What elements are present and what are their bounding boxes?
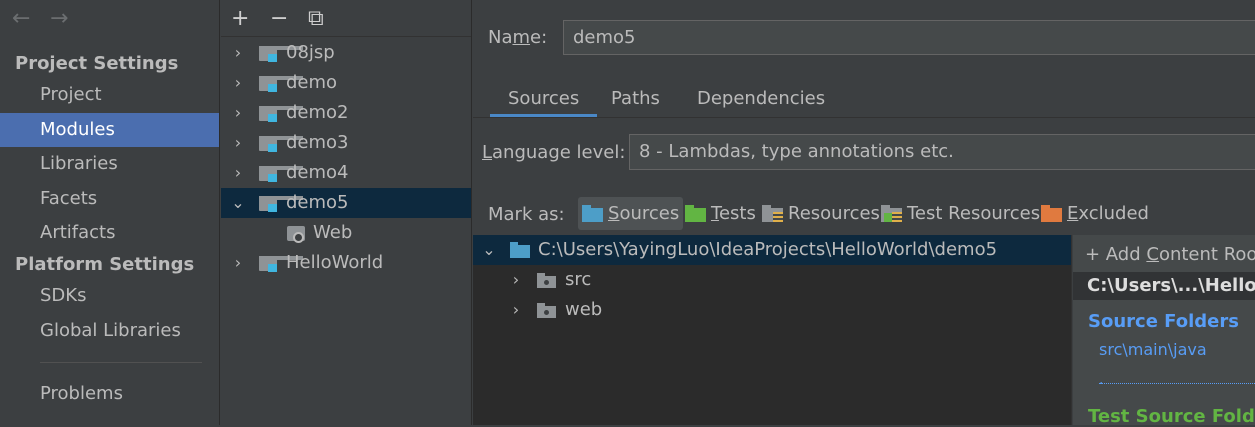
source-folder-separator: [1099, 383, 1255, 384]
mark-excluded-button[interactable]: Excluded: [1037, 197, 1153, 230]
module-folder-icon: [259, 256, 303, 272]
name-field[interactable]: demo5: [563, 20, 1255, 55]
nav-item-project[interactable]: Project: [0, 78, 219, 112]
tree-item-demo5[interactable]: ⌄ demo5: [221, 188, 471, 218]
nav-item-sdks[interactable]: SDKs: [0, 279, 219, 313]
tree-item-demo2[interactable]: › demo2: [221, 98, 471, 128]
tree-toolbar-divider: [221, 36, 471, 37]
folder-label: web: [565, 299, 603, 320]
tab-sources[interactable]: Sources: [490, 84, 598, 117]
module-folder-icon: [259, 196, 303, 212]
content-root-folder-icon: [510, 242, 530, 258]
tree-item-demo3[interactable]: › demo3: [221, 128, 471, 158]
back-arrow-icon[interactable]: ←: [12, 6, 30, 31]
content-root-row[interactable]: ⌄ C:\Users\YayingLuo\IdeaProjects\HelloW…: [473, 235, 1071, 265]
language-level-label: Language level:: [482, 142, 626, 163]
chevron-right-icon[interactable]: ›: [231, 98, 245, 128]
nav-item-modules[interactable]: Modules: [0, 113, 219, 147]
mark-as-label: Mark as:: [488, 204, 565, 225]
nav-item-global-libraries[interactable]: Global Libraries: [0, 314, 219, 348]
tree-item-label: 08jsp: [286, 42, 335, 63]
nav-separator: [40, 362, 202, 363]
mark-resources-button[interactable]: Resources: [758, 197, 884, 230]
project-settings-heading: Project Settings: [15, 53, 179, 74]
nav-item-problems[interactable]: Problems: [0, 377, 219, 411]
chevron-right-icon[interactable]: ›: [231, 38, 245, 68]
module-folder-icon: [259, 166, 303, 182]
remove-icon[interactable]: −: [270, 6, 288, 31]
module-folder-icon: [259, 136, 303, 152]
folder-label: src: [565, 269, 592, 290]
tree-item-helloworld[interactable]: › HelloWorld: [221, 248, 471, 278]
tree-item-label: demo2: [286, 102, 349, 123]
folder-icon: [537, 273, 557, 288]
source-folder-path[interactable]: src\main\java: [1099, 340, 1207, 359]
test-resources-folder-icon: [881, 205, 903, 222]
add-icon[interactable]: +: [231, 6, 249, 31]
tree-item-demo[interactable]: › demo: [221, 68, 471, 98]
tree-item-label: demo: [286, 72, 338, 93]
source-folder-dot: .: [1099, 372, 1104, 388]
module-folder-icon: [259, 76, 303, 92]
chevron-down-icon[interactable]: ⌄: [482, 235, 496, 265]
tree-item-label: Web: [313, 222, 353, 243]
nav-item-libraries[interactable]: Libraries: [0, 147, 219, 181]
platform-settings-heading: Platform Settings: [15, 254, 195, 275]
chevron-right-icon[interactable]: ›: [231, 158, 245, 188]
tree-item-demo4[interactable]: › demo4: [221, 158, 471, 188]
module-folder-icon: [259, 106, 303, 122]
globe-icon: [293, 232, 304, 243]
test-source-folders-heading: Test Source Folders: [1088, 406, 1255, 427]
chevron-right-icon[interactable]: ›: [231, 248, 245, 278]
content-root-header: C:\Users\...\HelloWorld\demo5: [1073, 272, 1255, 300]
tree-item-label: demo3: [286, 132, 349, 153]
sources-folder-icon: [582, 205, 604, 222]
mark-test-resources-button[interactable]: Test Resources: [877, 197, 1044, 230]
source-folders-heading: Source Folders: [1088, 311, 1239, 332]
nav-item-facets[interactable]: Facets: [0, 182, 219, 216]
chevron-down-icon[interactable]: ⌄: [231, 188, 245, 218]
tests-folder-icon: [685, 205, 707, 222]
tree-item-label: HelloWorld: [286, 252, 384, 273]
resources-folder-icon: [762, 205, 784, 222]
content-panel-divider: [1071, 235, 1072, 425]
chevron-right-icon[interactable]: ›: [509, 295, 523, 325]
folder-icon: [537, 303, 557, 318]
language-level-select[interactable]: 8 - Lambdas, type annotations etc.: [629, 134, 1255, 170]
tab-dependencies[interactable]: Dependencies: [679, 84, 843, 114]
name-label: Name:: [488, 27, 548, 48]
module-folder-icon: [259, 46, 303, 62]
add-content-root-button[interactable]: + Add Content Root: [1073, 240, 1255, 270]
nav-item-artifacts[interactable]: Artifacts: [0, 216, 219, 250]
mark-tests-button[interactable]: Tests: [681, 197, 760, 230]
excluded-folder-icon: [1041, 205, 1063, 222]
tree-item-web[interactable]: Web: [221, 218, 471, 248]
copy-icon[interactable]: ⧉: [308, 6, 324, 31]
content-root-path: C:\Users\YayingLuo\IdeaProjects\HelloWor…: [538, 239, 998, 260]
tree-item-label: demo4: [286, 162, 349, 183]
nav-divider[interactable]: [219, 0, 220, 425]
tab-paths[interactable]: Paths: [593, 84, 678, 114]
mark-sources-button[interactable]: Sources: [578, 197, 684, 230]
chevron-right-icon[interactable]: ›: [509, 265, 523, 295]
tree-item-08jsp[interactable]: › 08jsp: [221, 38, 471, 68]
tree-divider[interactable]: [471, 0, 472, 425]
forward-arrow-icon[interactable]: →: [50, 6, 68, 31]
chevron-right-icon[interactable]: ›: [231, 128, 245, 158]
tabs-underline: [473, 117, 1255, 118]
tree-item-label: demo5: [286, 192, 349, 213]
chevron-right-icon[interactable]: ›: [231, 68, 245, 98]
